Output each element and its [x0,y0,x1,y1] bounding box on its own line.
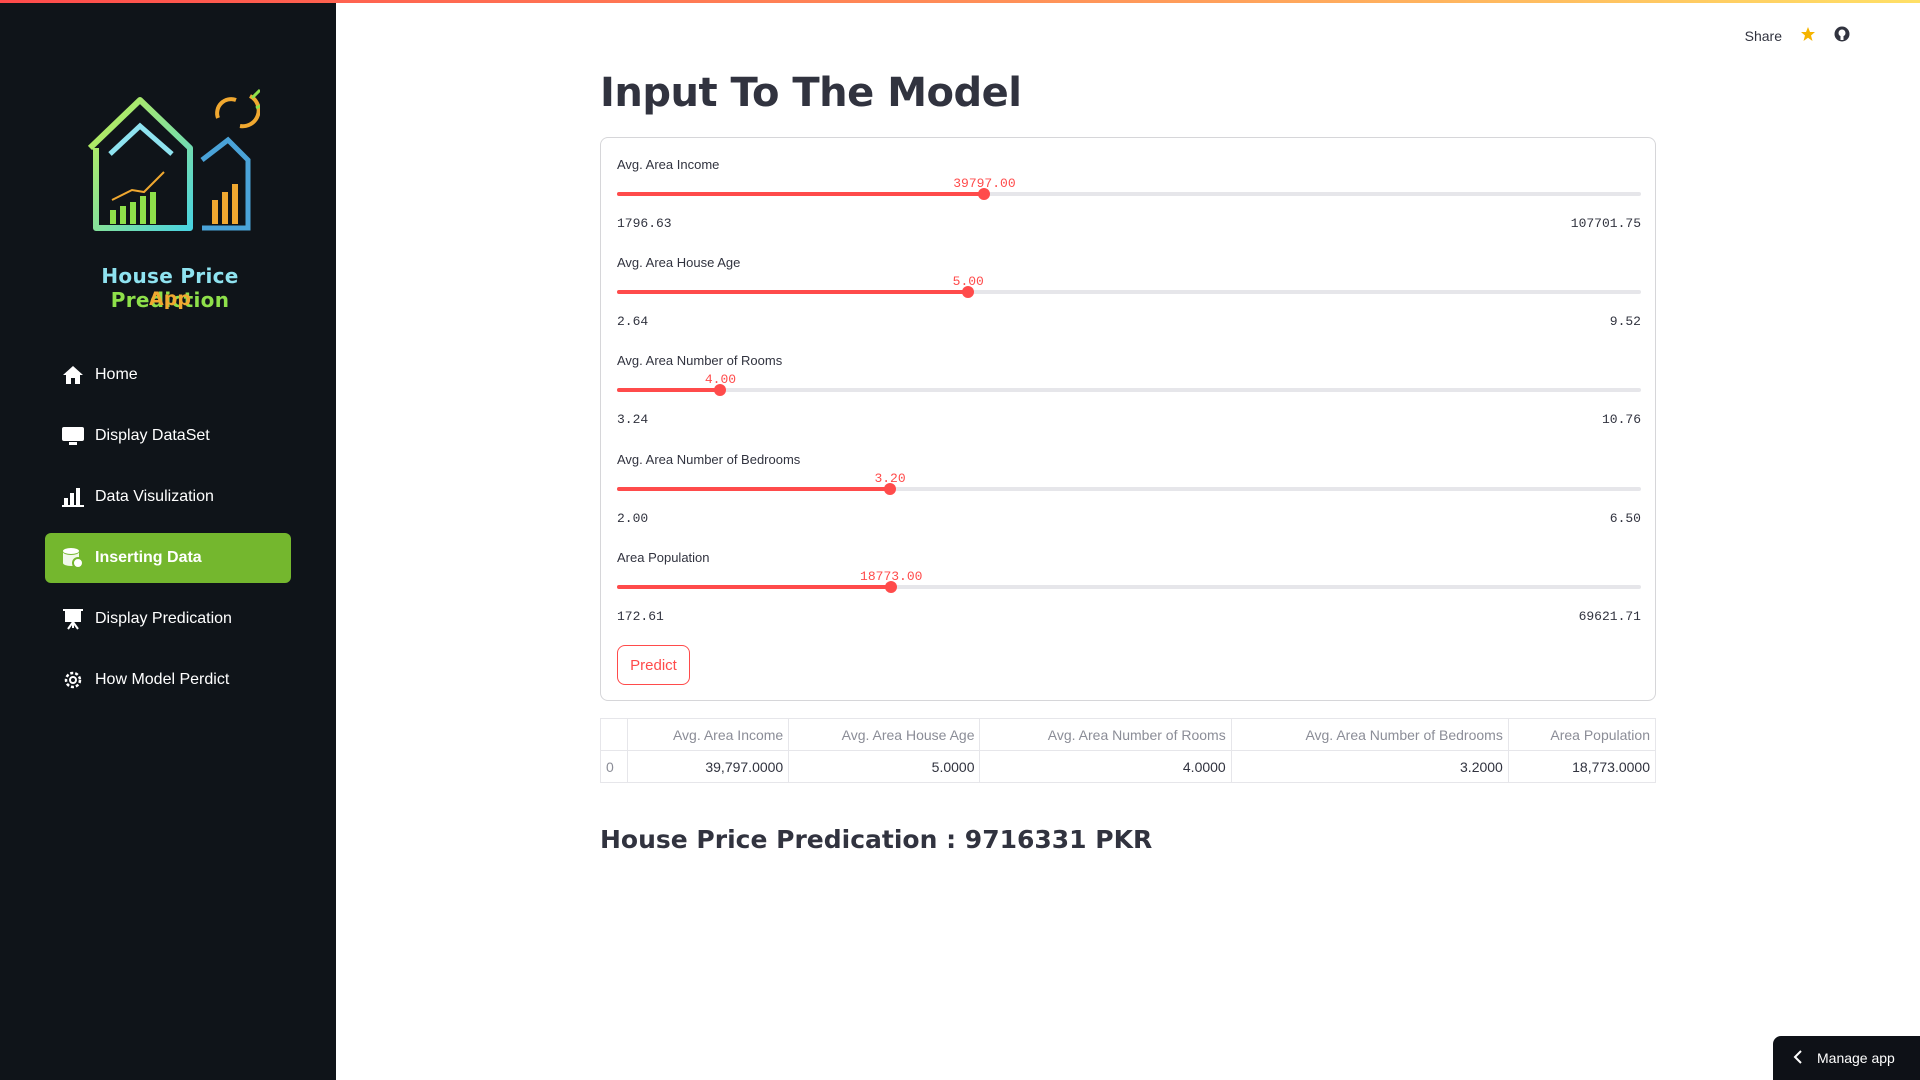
table-cell: 4.0000 [979,750,1232,783]
slider-fill [617,487,891,491]
sidebar-item-label: Home [95,366,138,383]
slider-track[interactable] [617,188,1641,200]
slider-label: Avg. Area Income [617,157,720,172]
bar-chart-icon [61,485,85,509]
table-index-cell: 0 [600,750,628,783]
slider-label: Avg. Area House Age [617,255,741,270]
slider-min: 172.61 [617,609,664,624]
sidebar-item-label: How Model Perdict [95,671,230,688]
slider-value: 3.20 [874,471,906,486]
slider-value: 5.00 [952,274,984,289]
slider-max: 10.76 [1601,412,1641,427]
table-cell: 18,773.0000 [1507,750,1657,783]
slider-avg-area-number-of-rooms[interactable]: Avg. Area Number of Rooms 4.00 3.24 10.7… [617,353,1641,451]
table-header-cell: Area Population [1507,718,1657,751]
sidebar: House Price Prediction App Home Display … [0,0,336,1080]
presentation-icon [61,607,85,631]
slider-min: 1796.63 [617,216,672,231]
sidebar-item-home[interactable]: Home [45,350,291,400]
sidebar-item-inserting-data[interactable]: Inserting Data [45,533,291,583]
slider-max: 69621.71 [1578,609,1641,624]
table-header-row: Avg. Area Income Avg. Area House Age Avg… [600,718,1657,751]
sidebar-nav: Home Display DataSet Data Visulization I… [45,350,291,716]
sidebar-item-data-visualization[interactable]: Data Visulization [45,472,291,522]
manage-app-label: Manage app [1817,1050,1895,1066]
slider-value: 4.00 [704,372,737,387]
slider-label: Avg. Area Number of Bedrooms [617,452,801,467]
slider-label: Avg. Area Number of Rooms [617,353,783,368]
slider-avg-area-income[interactable]: Avg. Area Income 39797.00 1796.63 107701… [617,157,1641,255]
slider-max: 9.52 [1609,314,1641,329]
slider-fill [617,585,892,589]
sidebar-item-display-dataset[interactable]: Display DataSet [45,411,291,461]
sidebar-item-label: Display Predication [95,610,232,627]
table-header-cell: Avg. Area Number of Bedrooms [1230,718,1509,751]
slider-fill [617,388,721,392]
slider-fill [617,290,969,294]
page-title: Input To The Model [600,70,1022,116]
slider-fill [617,192,985,196]
prediction-result: House Price Predication : 9716331 PKR [600,825,1153,854]
slider-track[interactable] [617,286,1641,298]
gear-icon [61,668,85,692]
share-button[interactable]: Share [1745,28,1782,44]
house-chart-logo-icon [87,88,260,231]
sidebar-item-label: Inserting Data [95,549,202,566]
slider-avg-area-number-of-bedrooms[interactable]: Avg. Area Number of Bedrooms 3.20 2.00 6… [617,452,1641,550]
sidebar-item-display-prediction[interactable]: Display Predication [45,594,291,644]
sidebar-item-how-model-predict[interactable]: How Model Perdict [45,655,291,705]
slider-track[interactable] [617,581,1641,593]
table-header-cell: Avg. Area Income [626,718,790,751]
slider-avg-area-house-age[interactable]: Avg. Area House Age 5.00 2.64 9.52 [617,255,1641,353]
slider-min: 2.00 [617,511,649,526]
table-row: 0 39,797.0000 5.0000 4.0000 3.2000 18,77… [600,750,1657,783]
sidebar-item-label: Display DataSet [95,427,210,444]
star-icon[interactable] [1800,26,1816,45]
table-header-cell [600,718,628,751]
database-icon [61,546,85,570]
table-cell: 5.0000 [788,750,981,783]
table-header-cell: Avg. Area Number of Rooms [979,718,1232,751]
slider-max: 6.50 [1609,511,1641,526]
sidebar-item-label: Data Visulization [95,488,214,505]
manage-app-button[interactable]: Manage app [1773,1036,1920,1080]
top-decoration-bar [0,0,1920,3]
slider-max: 107701.75 [1570,216,1641,231]
chevron-left-icon [1793,1049,1803,1067]
slider-track[interactable] [617,483,1641,495]
slider-area-population[interactable]: Area Population 18773.00 172.61 69621.71 [617,550,1641,648]
slider-min: 2.64 [617,314,649,329]
input-dataframe: Avg. Area Income Avg. Area House Age Avg… [600,718,1657,783]
slider-track[interactable] [617,384,1641,396]
table-cell: 3.2000 [1230,750,1509,783]
table-cell: 39,797.0000 [626,750,790,783]
slider-value: 18773.00 [860,569,923,584]
app-logo: House Price Prediction App [50,88,290,318]
monitor-icon [61,424,85,448]
table-header-cell: Avg. Area House Age [788,718,981,751]
header-actions: Share [1745,26,1850,45]
home-icon [61,363,85,387]
slider-label: Area Population [617,550,710,565]
app-title-suffix: App [149,288,191,310]
input-form: Avg. Area Income 39797.00 1796.63 107701… [600,137,1656,701]
slider-min: 3.24 [617,412,649,427]
predict-button[interactable]: Predict [617,645,690,685]
github-icon[interactable] [1834,26,1850,45]
slider-value: 39797.00 [953,176,1016,191]
